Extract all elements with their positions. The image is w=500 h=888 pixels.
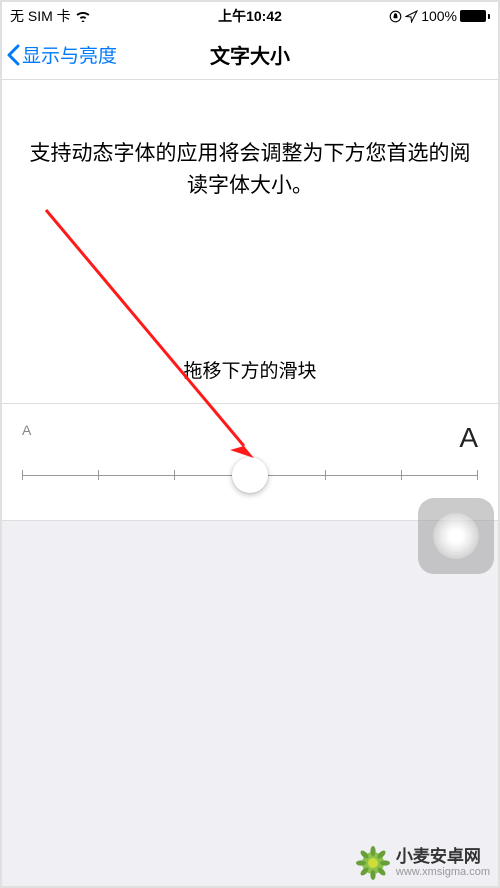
carrier-text: 无 SIM 卡 — [10, 6, 71, 26]
status-time: 上午10:42 — [218, 6, 282, 26]
content-area: 支持动态字体的应用将会调整为下方您首选的阅读字体大小。 拖移下方的滑块 A A — [2, 80, 498, 886]
battery-pct: 100% — [421, 8, 457, 24]
watermark-title: 小麦安卓网 — [396, 848, 490, 867]
status-right: 100% — [389, 8, 490, 24]
watermark: 小麦安卓网 www.xmsigma.com — [356, 846, 490, 880]
status-bar: 无 SIM 卡 上午10:42 100% — [2, 2, 498, 30]
back-label: 显示与亮度 — [22, 41, 117, 68]
page-title: 文字大小 — [210, 40, 290, 69]
description-text: 支持动态字体的应用将会调整为下方您首选的阅读字体大小。 — [2, 80, 498, 201]
slider-min-label: A — [22, 422, 31, 454]
watermark-url: www.xmsigma.com — [396, 866, 490, 878]
status-left: 无 SIM 卡 — [10, 6, 91, 26]
location-icon — [405, 10, 418, 23]
battery-icon — [460, 10, 490, 22]
nav-bar: 显示与亮度 文字大小 — [2, 30, 498, 80]
slider-thumb[interactable] — [232, 457, 268, 493]
wifi-icon — [75, 10, 91, 22]
slider-max-label: A — [459, 422, 478, 454]
watermark-logo-icon — [356, 846, 390, 880]
orientation-lock-icon — [389, 10, 402, 23]
assistive-touch-button[interactable] — [418, 498, 494, 574]
text-size-slider[interactable] — [22, 460, 478, 490]
assistive-touch-icon — [433, 513, 479, 559]
hint-text: 拖移下方的滑块 — [2, 356, 498, 383]
back-button[interactable]: 显示与亮度 — [2, 41, 117, 68]
